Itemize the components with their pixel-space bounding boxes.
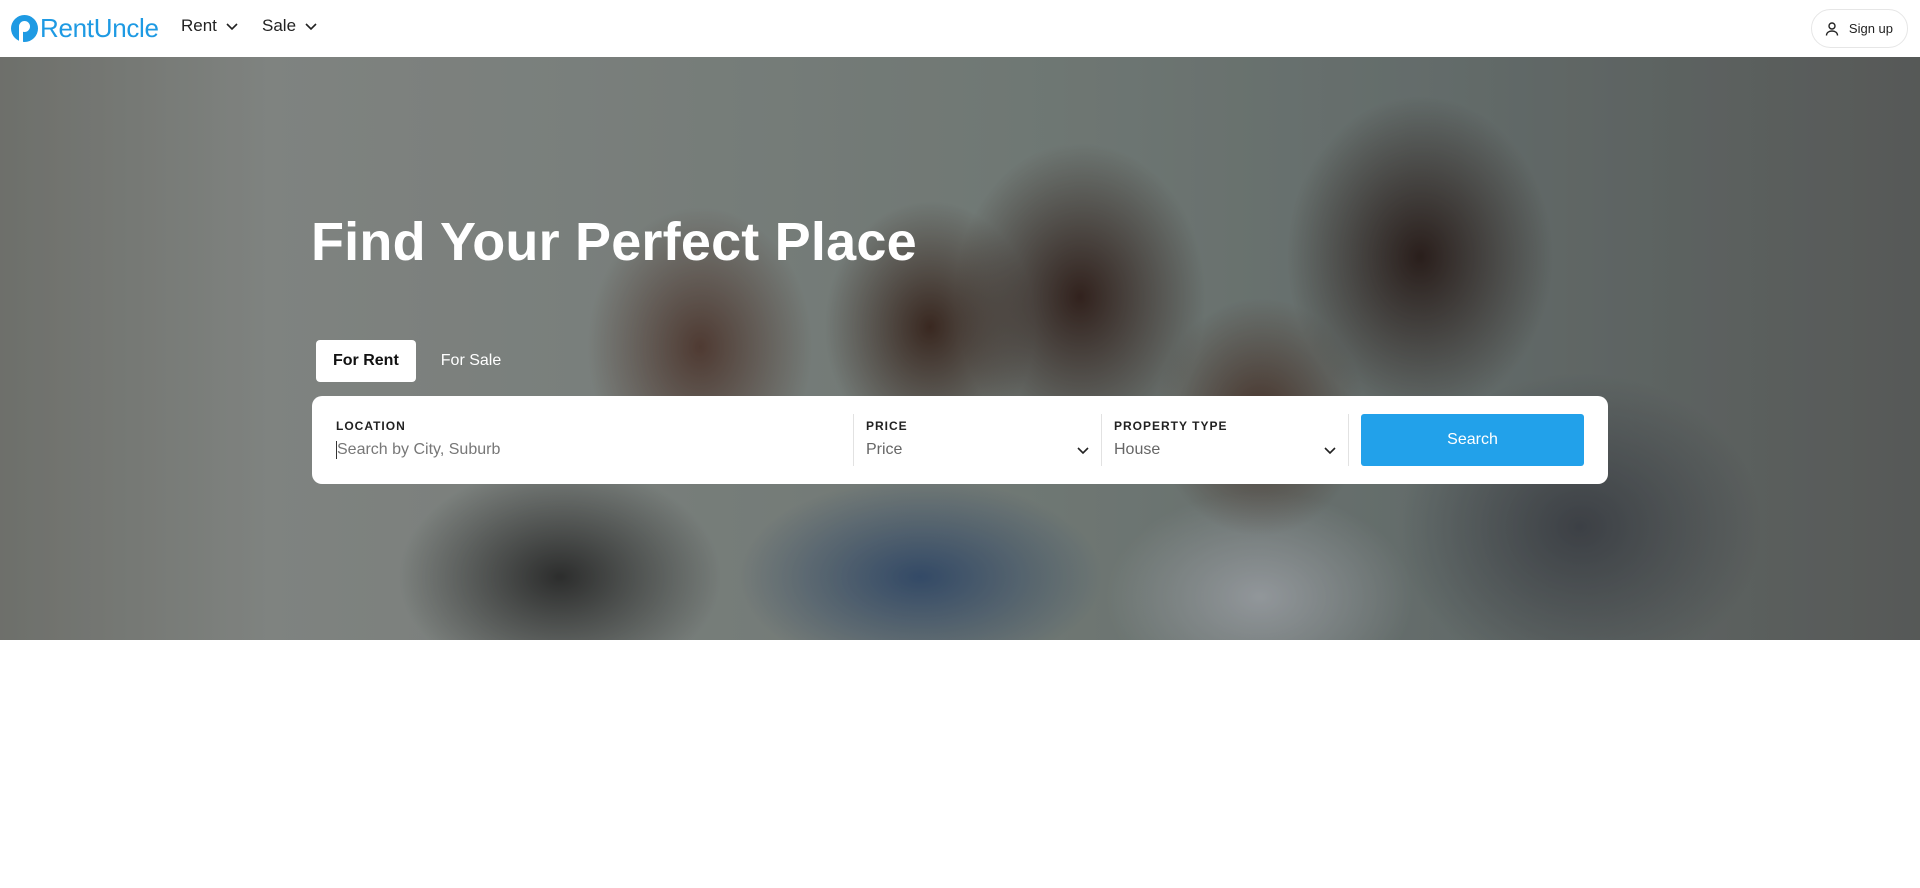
search-panel: LOCATION PRICE Price PROPERTY TYPE House	[312, 396, 1608, 484]
search-button[interactable]: Search	[1361, 414, 1584, 466]
nav-rent-dropdown[interactable]: Rent	[181, 16, 240, 36]
property-type-field[interactable]: PROPERTY TYPE House	[1114, 414, 1338, 466]
price-value: Price	[866, 441, 903, 458]
property-type-select[interactable]: House	[1114, 441, 1338, 459]
nav-rent-label: Rent	[181, 16, 217, 35]
hero-content: Find Your Perfect Place For Rent For Sal…	[0, 57, 1920, 640]
signup-button[interactable]: Sign up	[1810, 9, 1908, 48]
listing-type-tabs: For Rent For Sale	[316, 340, 518, 382]
location-input[interactable]	[336, 441, 816, 459]
price-select[interactable]: Price	[866, 441, 1091, 459]
nav-sale-label: Sale	[262, 16, 297, 35]
chevron-down-icon	[226, 23, 238, 31]
signup-label: Sign up	[1848, 21, 1893, 36]
nav-sale-dropdown[interactable]: Sale	[262, 16, 319, 36]
property-type-value: House	[1114, 441, 1161, 458]
chevron-down-icon	[1077, 447, 1089, 455]
location-field: LOCATION	[336, 414, 852, 466]
tab-for-rent[interactable]: For Rent	[316, 340, 416, 382]
top-header: RentUncle Rent Sale Sign up	[0, 0, 1920, 57]
price-label: PRICE	[866, 419, 908, 433]
property-type-label: PROPERTY TYPE	[1114, 419, 1228, 433]
chevron-down-icon	[1324, 447, 1336, 455]
chevron-down-icon	[305, 23, 317, 31]
field-divider	[1348, 414, 1349, 466]
logo-text: RentUncle	[40, 12, 159, 43]
field-divider	[1101, 414, 1102, 466]
logo[interactable]: RentUncle	[11, 12, 159, 43]
hero-title: Find Your Perfect Place	[311, 212, 917, 272]
user-icon	[1825, 21, 1839, 36]
location-label: LOCATION	[336, 419, 406, 433]
tab-for-sale[interactable]: For Sale	[424, 340, 518, 382]
logo-icon	[11, 14, 38, 42]
price-field[interactable]: PRICE Price	[866, 414, 1091, 466]
hero-banner: family-selfie-photo Find Your Perfect Pl…	[0, 57, 1920, 640]
field-divider	[853, 414, 854, 466]
